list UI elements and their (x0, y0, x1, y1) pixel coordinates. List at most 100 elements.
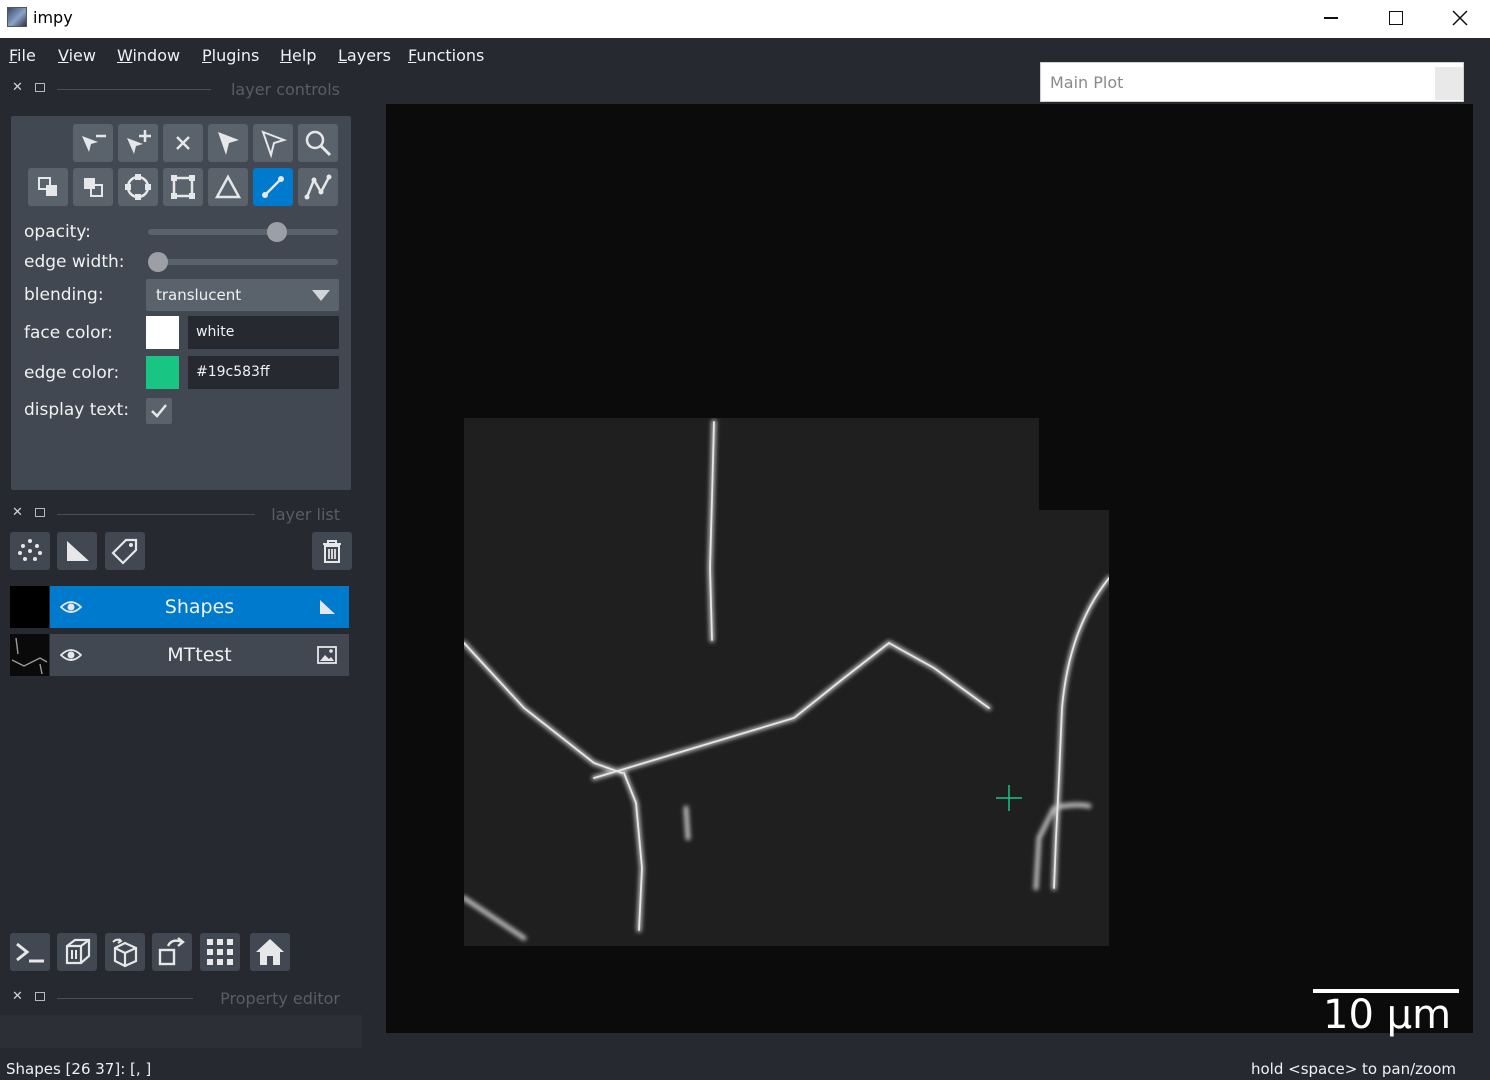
add-rectangle-button[interactable] (163, 168, 203, 206)
main-plot-grip[interactable] (1435, 67, 1463, 100)
layer-row-body[interactable]: Shapes (50, 586, 349, 628)
edge-color-swatch[interactable] (146, 356, 179, 389)
face-color-swatch[interactable] (146, 316, 179, 349)
menu-plugins[interactable]: Plugins (202, 46, 259, 65)
delete-layer-icon (323, 540, 341, 563)
blending-value: translucent (156, 286, 242, 304)
zoom-pan-icon (305, 130, 332, 157)
roll-dims-icon (112, 938, 138, 968)
dock-float-icon[interactable] (35, 508, 45, 517)
edge-width-slider-handle[interactable] (148, 252, 168, 272)
dock-float-icon[interactable] (35, 992, 45, 1001)
rectangle-icon (171, 175, 195, 199)
add-ellipse-button[interactable] (118, 168, 158, 206)
new-labels-layer-button[interactable] (105, 532, 145, 570)
dock-close-icon[interactable]: ✕ (12, 989, 23, 1004)
scale-bar-label: 10 µm (1323, 992, 1452, 1038)
grid-view-button[interactable] (200, 933, 240, 971)
blending-dropdown[interactable]: translucent (146, 279, 339, 311)
layer-controls-panel: opacity: edge width: blending: transluce… (11, 116, 351, 490)
add-polygon-button[interactable] (208, 168, 248, 206)
main-plot-title: Main Plot (1050, 73, 1124, 92)
roll-dims-button[interactable] (105, 933, 145, 971)
path-icon (304, 174, 332, 200)
close-icon (1452, 10, 1468, 26)
move-front-button[interactable] (28, 168, 68, 206)
new-shapes-layer-button[interactable] (57, 532, 97, 570)
dock-float-icon[interactable] (35, 83, 45, 92)
remove-vertex-icon (82, 134, 106, 152)
grid-icon (207, 939, 233, 965)
zoom-pan-button[interactable] (298, 124, 338, 162)
property-editor-label: Property editor (220, 989, 340, 1008)
ndisplay-icon (65, 938, 91, 965)
layer-row-shapes[interactable]: Shapes (10, 586, 349, 628)
layer-row-body[interactable]: MTtest (50, 634, 349, 676)
dock-handle-line (57, 89, 211, 90)
layer-controls-header: ✕ layer controls (0, 77, 362, 101)
menu-help[interactable]: Help (280, 46, 316, 65)
opacity-slider-track[interactable] (148, 229, 338, 235)
dock-close-icon[interactable]: ✕ (12, 505, 23, 520)
menu-file[interactable]: File (9, 46, 36, 65)
opacity-slider-handle[interactable] (267, 222, 287, 242)
edge-color-field[interactable]: #19c583ff (188, 356, 339, 389)
ellipse-icon (125, 174, 151, 200)
close-button[interactable] (1428, 0, 1490, 36)
home-button[interactable] (250, 933, 290, 971)
transpose-button[interactable] (152, 933, 192, 971)
new-shapes-icon (67, 541, 89, 561)
dock-close-icon[interactable]: ✕ (12, 80, 23, 95)
add-path-button[interactable] (298, 168, 338, 206)
layer-list-header: ✕ layer list (0, 502, 362, 526)
menu-window[interactable]: Window (117, 46, 180, 65)
layer-name[interactable]: Shapes (50, 596, 349, 618)
display-text-checkbox[interactable] (146, 398, 172, 424)
delete-layer-button[interactable] (312, 532, 352, 570)
menu-layers[interactable]: Layers (338, 46, 391, 65)
delete-shape-icon (176, 136, 190, 150)
face-color-label: face color: (24, 323, 113, 343)
home-icon (256, 939, 284, 965)
select-icon (218, 132, 239, 155)
main-plot-dock[interactable]: Main Plot (1040, 62, 1464, 102)
property-editor-header: ✕ Property editor (0, 986, 362, 1010)
new-points-layer-button[interactable] (10, 532, 50, 570)
console-button[interactable] (10, 933, 50, 971)
menu-view[interactable]: View (58, 46, 96, 65)
remove-vertex-button[interactable] (73, 124, 113, 162)
checkmark-icon (151, 404, 167, 418)
line-icon (262, 176, 284, 198)
minimize-button[interactable] (1299, 0, 1363, 36)
chevron-down-icon (312, 290, 330, 301)
layer-row-mttest[interactable]: MTtest (10, 634, 349, 676)
dock-handle-line (57, 998, 193, 999)
maximize-button[interactable] (1364, 0, 1428, 36)
console-icon (16, 942, 44, 963)
layer-list-label: layer list (271, 505, 340, 524)
ndisplay-button[interactable] (57, 933, 97, 971)
shapes-layer-icon (320, 600, 335, 614)
property-editor-area (0, 1015, 362, 1048)
status-bar: Shapes [26 37]: [, ] hold <space> to pan… (0, 1055, 1490, 1080)
face-color-field[interactable]: white (188, 316, 339, 349)
select-button[interactable] (208, 124, 248, 162)
layer-name[interactable]: MTtest (50, 644, 349, 666)
display-text-label: display text: (24, 400, 130, 420)
layer-controls-label: layer controls (230, 80, 340, 99)
microscopy-image (464, 418, 1109, 946)
add-vertex-icon (127, 130, 151, 154)
add-line-button[interactable] (253, 168, 293, 206)
move-back-button[interactable] (73, 168, 113, 206)
delete-shape-button[interactable] (163, 124, 203, 162)
menu-functions[interactable]: Functions (408, 46, 484, 65)
blending-label: blending: (24, 285, 104, 305)
polygon-icon (214, 174, 242, 199)
direct-select-button[interactable] (253, 124, 293, 162)
edge-width-slider-track[interactable] (148, 259, 338, 265)
edge-color-label: edge color: (24, 363, 120, 383)
add-vertex-button[interactable] (118, 124, 158, 162)
window-title: impy (33, 8, 73, 27)
viewer-canvas[interactable]: 10 µm (386, 104, 1473, 1038)
edge-width-label: edge width: (24, 252, 125, 272)
